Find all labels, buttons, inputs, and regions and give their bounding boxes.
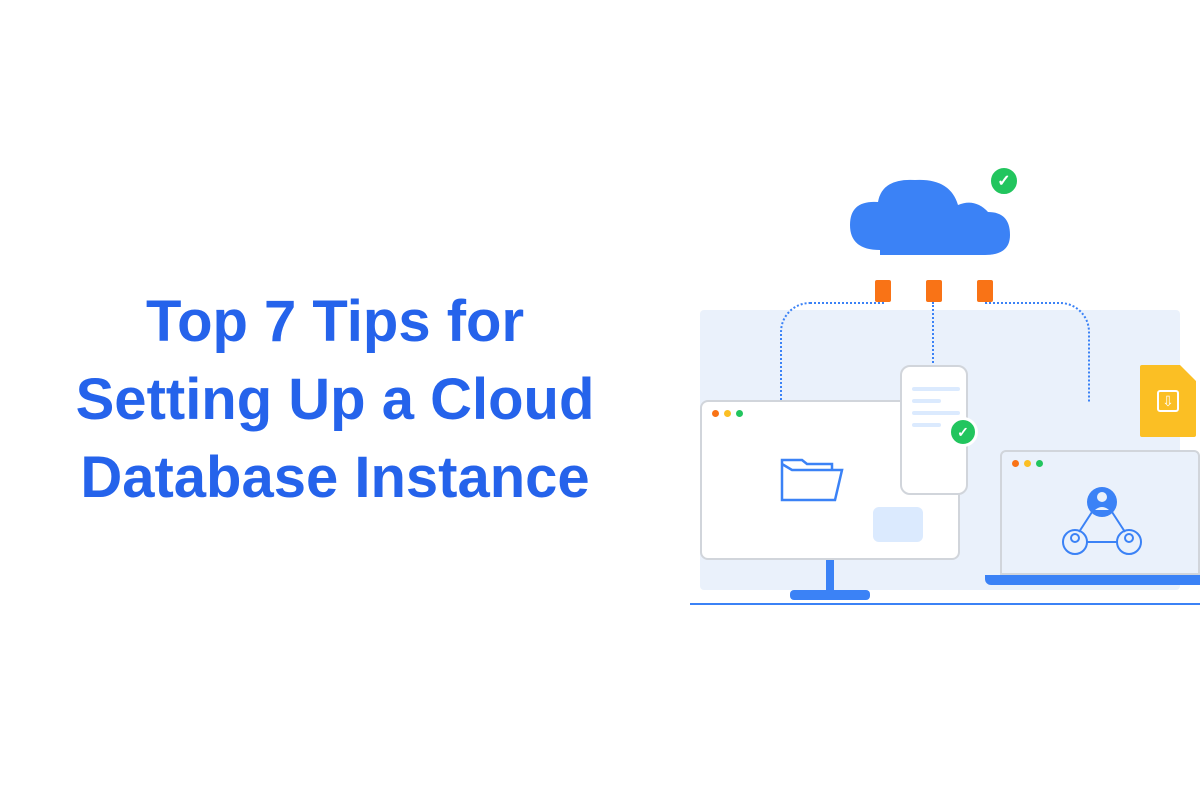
- window-dot-yellow: [724, 410, 731, 417]
- download-arrow-icon: ⇩: [1157, 390, 1179, 412]
- page-container: Top 7 Tips for Setting Up a Cloud Databa…: [0, 100, 1200, 700]
- cloud-icon: [830, 170, 1030, 280]
- people-network-icon: [1057, 482, 1147, 562]
- plug-icon: [926, 280, 942, 302]
- plug-icon: [875, 280, 891, 302]
- baseline-divider: [690, 603, 1200, 605]
- window-dot-green: [1036, 460, 1043, 467]
- file-download-icon: ⇩: [1140, 365, 1196, 437]
- window-dot-red: [1012, 460, 1019, 467]
- window-dot-red: [712, 410, 719, 417]
- window-dot-green: [736, 410, 743, 417]
- check-icon: [948, 417, 978, 447]
- connection-line-right: [985, 302, 1090, 402]
- laptop-icon: [1000, 450, 1200, 595]
- cloud-illustration: ⇩: [630, 140, 1140, 660]
- page-title: Top 7 Tips for Setting Up a Cloud Databa…: [60, 283, 630, 518]
- chat-bubble-icon: [873, 507, 923, 542]
- connection-plugs: [875, 280, 993, 302]
- window-dot-yellow: [1024, 460, 1031, 467]
- smartphone-icon: [900, 365, 968, 495]
- connection-line-left: [780, 302, 885, 402]
- check-icon: [988, 165, 1020, 197]
- folder-icon: [777, 452, 847, 507]
- plug-icon: [977, 280, 993, 302]
